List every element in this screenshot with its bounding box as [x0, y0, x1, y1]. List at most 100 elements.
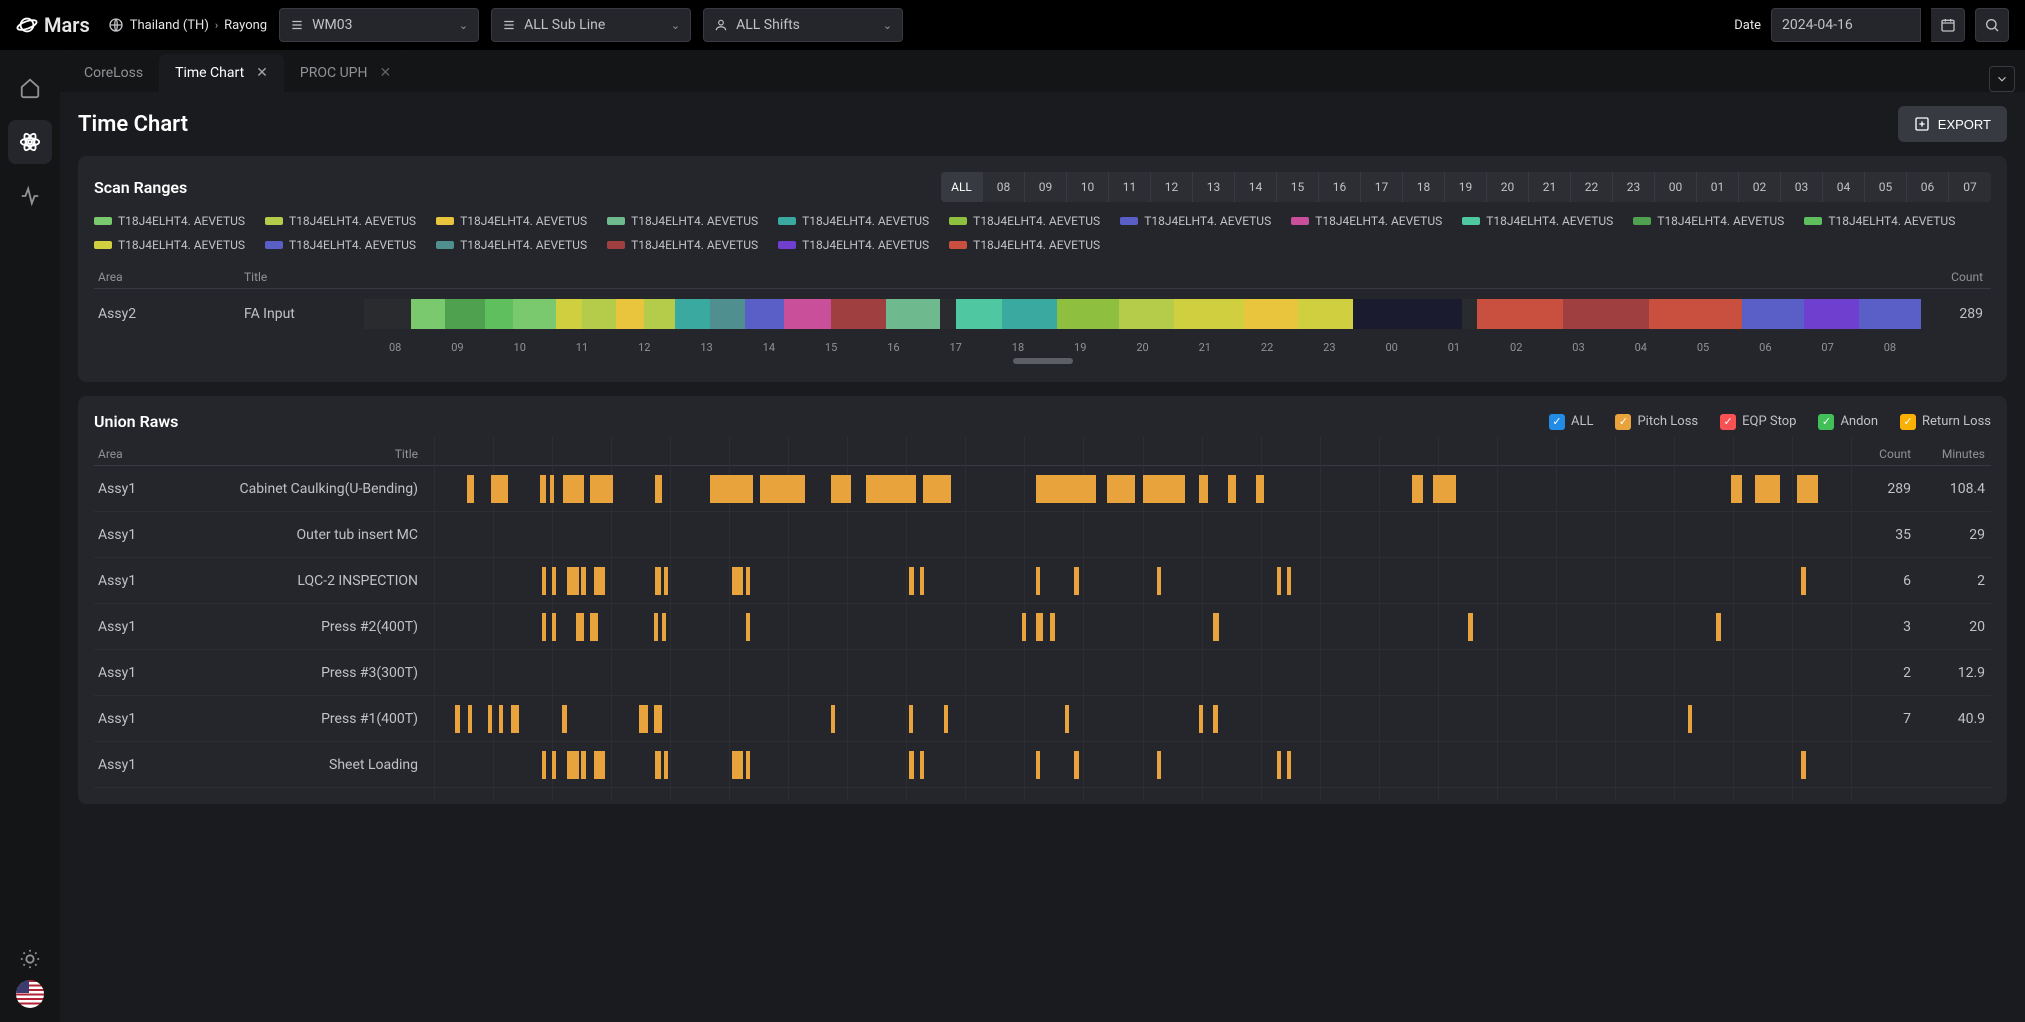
filter-checkbox[interactable]: ✓EQP Stop — [1720, 414, 1796, 430]
hour-button-17[interactable]: 17 — [1361, 172, 1403, 202]
loss-segment[interactable] — [1688, 705, 1692, 733]
loss-segment[interactable] — [923, 475, 951, 503]
loss-segment[interactable] — [542, 613, 546, 641]
scan-segment[interactable] — [1298, 299, 1352, 329]
legend-item[interactable]: T18J4ELHT4. AEVETUS — [778, 214, 929, 228]
loss-segment[interactable] — [1731, 475, 1742, 503]
calendar-button[interactable] — [1931, 8, 1965, 42]
loss-segment[interactable] — [1755, 475, 1781, 503]
scan-segment[interactable] — [513, 299, 555, 329]
loss-segment[interactable] — [1277, 751, 1281, 779]
loss-segment[interactable] — [760, 475, 805, 503]
scan-segment[interactable] — [1002, 299, 1056, 329]
scan-segment[interactable] — [1244, 299, 1298, 329]
hour-button-18[interactable]: 18 — [1403, 172, 1445, 202]
loss-segment[interactable] — [511, 705, 520, 733]
hour-button-02[interactable]: 02 — [1739, 172, 1781, 202]
hour-button-ALL[interactable]: ALL — [941, 172, 983, 202]
hour-button-20[interactable]: 20 — [1487, 172, 1529, 202]
language-flag[interactable] — [16, 980, 44, 1008]
hour-button-10[interactable]: 10 — [1067, 172, 1109, 202]
loss-segment[interactable] — [1036, 567, 1040, 595]
loss-segment[interactable] — [542, 751, 546, 779]
loss-segment[interactable] — [552, 751, 556, 779]
loss-segment[interactable] — [1801, 567, 1805, 595]
loss-segment[interactable] — [576, 613, 585, 641]
loss-segment[interactable] — [1143, 475, 1186, 503]
scan-segment[interactable] — [745, 299, 784, 329]
loss-segment[interactable] — [491, 475, 508, 503]
hour-button-13[interactable]: 13 — [1193, 172, 1235, 202]
scan-segment[interactable] — [1119, 299, 1173, 329]
scan-segment[interactable] — [1174, 299, 1244, 329]
scan-segment[interactable] — [940, 299, 956, 329]
row-track[interactable] — [434, 567, 1851, 595]
loss-segment[interactable] — [1213, 613, 1219, 641]
scan-segment[interactable] — [710, 299, 746, 329]
legend-item[interactable]: T18J4ELHT4. AEVETUS — [265, 238, 416, 252]
shift-select[interactable]: ALL Shifts ⌄ — [703, 8, 903, 42]
scroll-indicator[interactable] — [94, 358, 1991, 366]
hour-button-23[interactable]: 23 — [1613, 172, 1655, 202]
loss-segment[interactable] — [1036, 613, 1043, 641]
hour-button-04[interactable]: 04 — [1823, 172, 1865, 202]
loss-segment[interactable] — [746, 567, 750, 595]
legend-item[interactable]: T18J4ELHT4. AEVETUS — [1120, 214, 1271, 228]
loss-segment[interactable] — [746, 751, 750, 779]
loss-segment[interactable] — [944, 705, 948, 733]
hour-button-22[interactable]: 22 — [1571, 172, 1613, 202]
search-button[interactable] — [1975, 8, 2009, 42]
scan-segment[interactable] — [831, 299, 885, 329]
scan-segment[interactable] — [1649, 299, 1742, 329]
loss-segment[interactable] — [831, 475, 851, 503]
tab-timechart[interactable]: Time Chart✕ — [159, 54, 284, 92]
row-track[interactable] — [434, 521, 1851, 549]
tabs-dropdown[interactable] — [1989, 66, 2015, 92]
loss-segment[interactable] — [540, 475, 546, 503]
close-icon[interactable]: ✕ — [256, 65, 268, 81]
hour-button-21[interactable]: 21 — [1529, 172, 1571, 202]
theme-toggle[interactable] — [19, 948, 41, 970]
hour-button-03[interactable]: 03 — [1781, 172, 1823, 202]
loss-segment[interactable] — [920, 567, 924, 595]
loss-segment[interactable] — [1065, 705, 1069, 733]
legend-item[interactable]: T18J4ELHT4. AEVETUS — [778, 238, 929, 252]
scan-segment[interactable] — [582, 299, 616, 329]
loss-segment[interactable] — [664, 567, 668, 595]
hour-button-05[interactable]: 05 — [1865, 172, 1907, 202]
loss-segment[interactable] — [909, 705, 913, 733]
loss-segment[interactable] — [732, 751, 743, 779]
legend-item[interactable]: T18J4ELHT4. AEVETUS — [94, 238, 245, 252]
filter-checkbox[interactable]: ✓Andon — [1818, 414, 1878, 430]
loss-segment[interactable] — [1199, 705, 1203, 733]
wm-select[interactable]: WM03 ⌄ — [279, 8, 479, 42]
loss-segment[interactable] — [662, 613, 666, 641]
scan-segment[interactable] — [784, 299, 831, 329]
legend-item[interactable]: T18J4ELHT4. AEVETUS — [949, 214, 1100, 228]
loss-segment[interactable] — [594, 751, 605, 779]
loss-segment[interactable] — [567, 751, 578, 779]
loss-segment[interactable] — [1256, 475, 1265, 503]
scan-segment[interactable] — [1563, 299, 1649, 329]
scan-segment[interactable] — [1057, 299, 1119, 329]
hour-button-11[interactable]: 11 — [1109, 172, 1151, 202]
loss-segment[interactable] — [664, 751, 668, 779]
legend-item[interactable]: T18J4ELHT4. AEVETUS — [607, 214, 758, 228]
breadcrumb-factory[interactable]: Rayong — [224, 18, 267, 33]
scan-segment[interactable] — [886, 299, 940, 329]
loss-segment[interactable] — [655, 475, 662, 503]
loss-segment[interactable] — [1199, 475, 1208, 503]
loss-segment[interactable] — [654, 613, 658, 641]
filter-checkbox[interactable]: ✓Return Loss — [1900, 414, 1991, 430]
scan-segment[interactable] — [644, 299, 675, 329]
loss-segment[interactable] — [1433, 475, 1456, 503]
loss-segment[interactable] — [594, 567, 605, 595]
row-track[interactable] — [434, 659, 1851, 687]
loss-segment[interactable] — [1074, 567, 1078, 595]
scan-segment[interactable] — [411, 299, 445, 329]
hour-button-16[interactable]: 16 — [1319, 172, 1361, 202]
loss-segment[interactable] — [1022, 613, 1026, 641]
loss-segment[interactable] — [590, 613, 599, 641]
scan-segment[interactable] — [675, 299, 709, 329]
export-button[interactable]: EXPORT — [1898, 106, 2007, 142]
